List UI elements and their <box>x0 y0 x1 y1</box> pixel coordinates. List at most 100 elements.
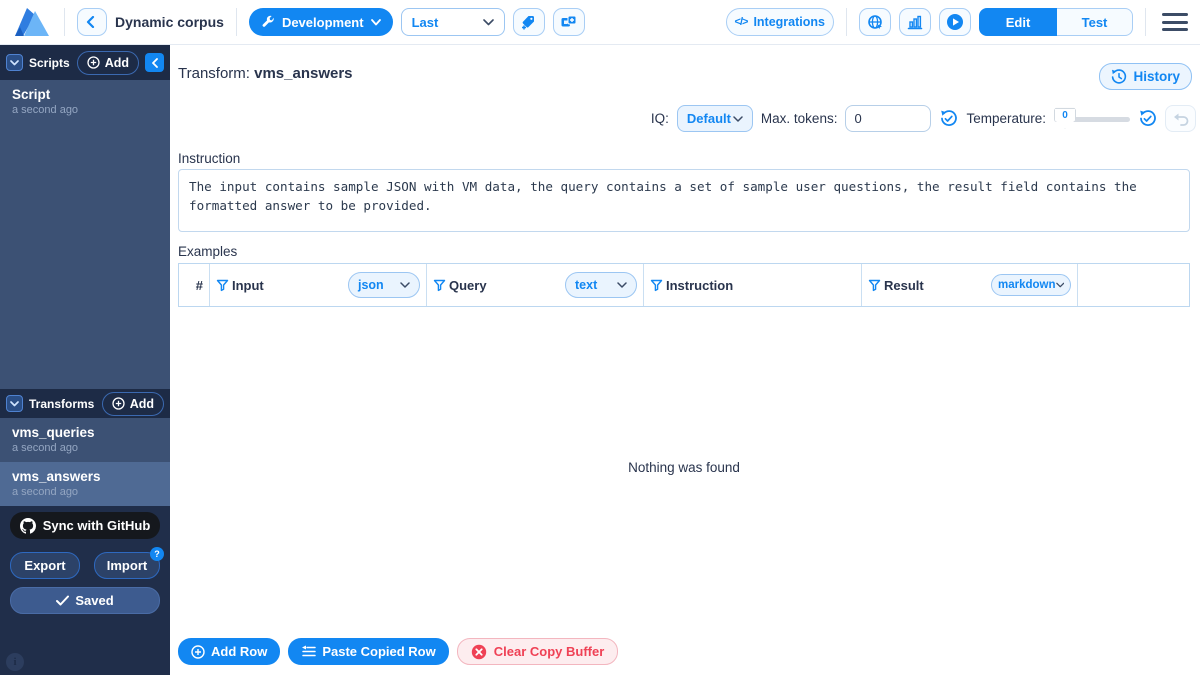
import-label: Import <box>106 558 148 573</box>
filter-icon[interactable] <box>650 279 663 292</box>
max-tokens-input[interactable] <box>845 105 932 132</box>
chevron-down-icon <box>1055 282 1064 288</box>
transform-heading: Transform: vms_answers <box>178 65 353 82</box>
table-footer-actions: Add Row Paste Copied Row Clear Copy Buff… <box>178 638 619 665</box>
query-type-select[interactable]: text <box>565 272 637 298</box>
back-button[interactable] <box>77 8 107 36</box>
add-tag-button[interactable] <box>512 8 545 36</box>
code-icon: </> <box>734 16 749 28</box>
info-icon: i <box>6 653 24 671</box>
chevron-down-icon <box>10 59 19 65</box>
add-row-label: Add Row <box>211 644 268 659</box>
scripts-list: Script a second ago <box>0 80 170 389</box>
column-label: Query <box>449 277 487 293</box>
run-button[interactable] <box>939 8 971 36</box>
clear-copy-buffer-button[interactable]: Clear Copy Buffer <box>456 638 619 665</box>
divider <box>846 8 847 36</box>
examples-label: Examples <box>178 244 238 259</box>
instruction-textarea[interactable]: The input contains sample JSON with VM d… <box>178 169 1190 232</box>
filter-icon[interactable] <box>868 279 881 292</box>
integrations-button[interactable]: </> Integrations <box>725 8 834 36</box>
scripts-section-header: Scripts Add <box>0 45 170 80</box>
column-header-result: Result markdown <box>862 264 1078 306</box>
column-header-query: Query text <box>427 264 644 306</box>
sync-github-button[interactable]: Sync with GitHub <box>10 512 160 539</box>
stats-button[interactable] <box>899 8 931 36</box>
iq-select[interactable]: Default <box>676 105 753 132</box>
paste-copied-row-button[interactable]: Paste Copied Row <box>288 638 449 665</box>
version-select[interactable]: Last <box>400 8 505 36</box>
reset-temperature-icon[interactable] <box>1138 109 1157 128</box>
add-script-label: Add <box>104 55 129 70</box>
transform-item-title: vms_queries <box>12 425 95 440</box>
chevron-left-icon <box>86 16 95 28</box>
import-help-badge[interactable]: ? <box>150 547 164 561</box>
model-controls: IQ: Default Max. tokens: Temperature: 0 <box>651 105 1196 132</box>
corpus-title: Dynamic corpus <box>115 14 224 30</box>
version-select-value: Last <box>411 14 439 30</box>
transform-item-timestamp: a second ago <box>12 486 79 498</box>
scripts-collapse-toggle[interactable] <box>6 54 23 71</box>
chevron-down-icon <box>10 400 19 406</box>
export-import-row: Export Import ? <box>10 547 164 579</box>
transform-item-title: vms_answers <box>12 469 101 484</box>
test-tab[interactable]: Test <box>1057 8 1133 36</box>
divider <box>64 8 65 36</box>
transform-heading-label: Transform: <box>178 65 250 82</box>
column-header-actions <box>1078 264 1189 306</box>
paste-row-icon <box>302 645 317 657</box>
plus-circle-icon <box>191 644 205 659</box>
chevron-down-icon <box>400 282 410 288</box>
divider <box>1145 8 1146 36</box>
development-mode-button[interactable]: Development <box>248 8 393 36</box>
result-type-select[interactable]: markdown <box>991 274 1071 296</box>
transform-list-item-selected[interactable]: vms_answers a second ago <box>0 462 170 506</box>
saved-label: Saved <box>75 593 114 608</box>
reset-tokens-icon[interactable] <box>939 109 958 128</box>
export-label: Export <box>24 558 66 573</box>
filter-icon[interactable] <box>433 279 446 292</box>
iq-select-value: Default <box>686 111 731 126</box>
chevron-left-icon <box>151 57 158 68</box>
menu-icon[interactable] <box>1162 13 1188 31</box>
transform-list-item[interactable]: vms_queries a second ago <box>0 418 170 462</box>
slider-handle[interactable]: 0 <box>1054 107 1076 129</box>
iq-label: IQ: <box>650 111 669 126</box>
history-icon <box>1112 68 1127 84</box>
web-preview-button[interactable] <box>859 8 891 36</box>
main-panel: Transform: vms_answers History IQ: Defau… <box>170 45 1200 675</box>
add-script-button[interactable]: Add <box>76 50 139 75</box>
top-toolbar: Dynamic corpus Development Last </> Inte… <box>0 0 1200 45</box>
column-header-instruction: Instruction <box>644 264 862 306</box>
import-button[interactable]: Import ? <box>94 547 164 579</box>
history-button[interactable]: History <box>1099 63 1192 90</box>
temperature-slider[interactable]: 0 <box>1054 107 1130 130</box>
undo-button[interactable] <box>1165 105 1196 132</box>
duplicate-button[interactable] <box>552 8 585 36</box>
transforms-collapse-toggle[interactable] <box>6 395 23 412</box>
max-tokens-label: Max. tokens: <box>760 111 838 126</box>
plus-circle-icon <box>112 397 125 410</box>
saved-status-button[interactable]: Saved <box>10 587 160 614</box>
sidebar: Scripts Add Script a second ago Transfor… <box>0 45 170 675</box>
add-transform-button[interactable]: Add <box>101 391 164 416</box>
add-transform-label: Add <box>129 396 154 411</box>
transform-heading-name: vms_answers <box>254 65 353 82</box>
input-type-value: json <box>358 278 384 292</box>
examples-table-header: # Input json Query text Instruction Resu… <box>178 263 1190 307</box>
history-label: History <box>1133 69 1180 84</box>
filter-icon[interactable] <box>216 279 229 292</box>
export-button[interactable]: Export <box>10 552 80 579</box>
duplicate-icon <box>561 15 577 27</box>
error-circle-icon <box>471 644 486 659</box>
sidebar-collapse-button[interactable] <box>145 53 164 72</box>
edit-tab[interactable]: Edit <box>979 8 1057 36</box>
script-list-item[interactable]: Script a second ago <box>0 80 170 124</box>
query-type-value: text <box>575 278 598 292</box>
add-row-button[interactable]: Add Row <box>178 638 281 665</box>
toolbar-right-group: </> Integrations Edit Test <box>725 8 1188 36</box>
result-type-value: markdown <box>998 279 1056 291</box>
input-type-select[interactable]: json <box>348 272 420 298</box>
divider <box>235 8 237 36</box>
sync-github-label: Sync with GitHub <box>42 518 151 533</box>
